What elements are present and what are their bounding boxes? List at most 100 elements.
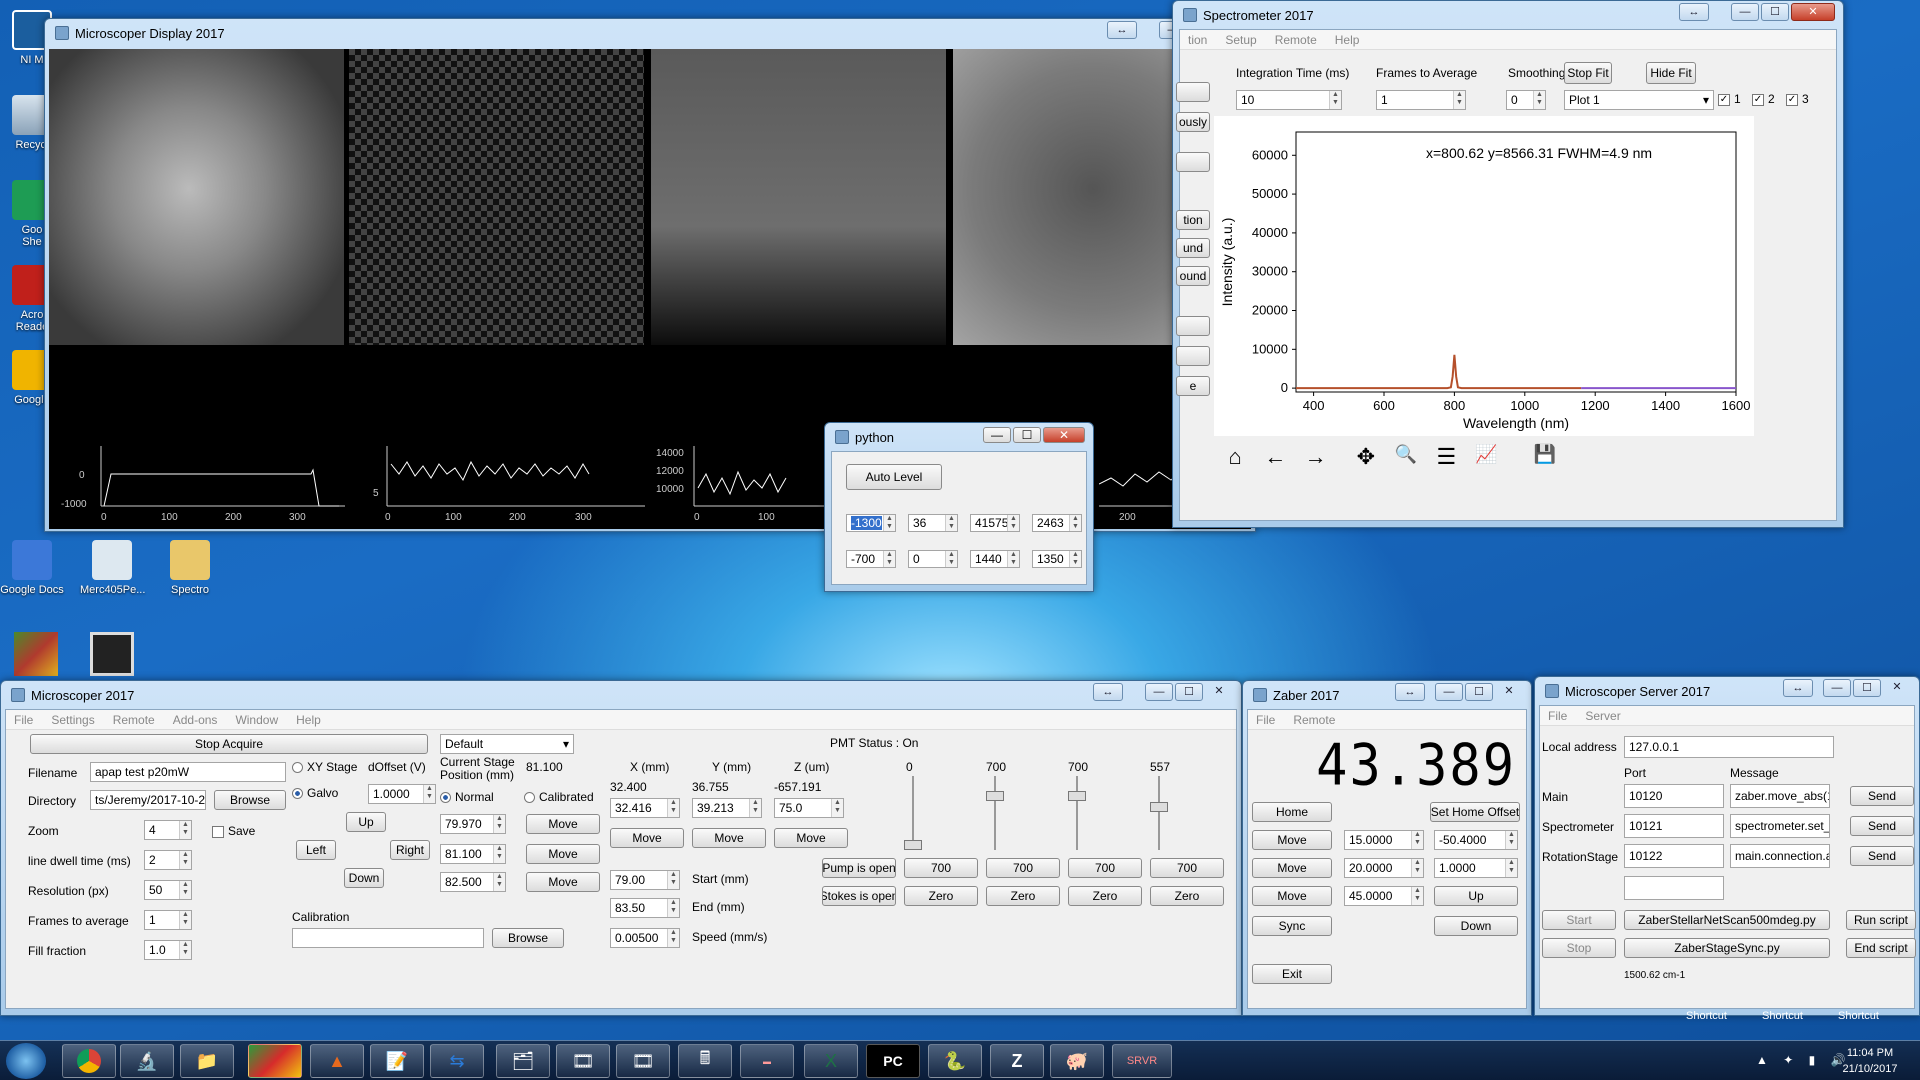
pmt-700-button-3[interactable]: 700 (1068, 858, 1142, 878)
desktop-icon-video[interactable] (90, 632, 134, 676)
video-icon-1[interactable]: 🎞 (556, 1044, 610, 1078)
maximize-button[interactable]: ☐ (1465, 683, 1493, 701)
menu-help[interactable]: Help (1335, 33, 1360, 47)
minimize-button[interactable]: — (1435, 683, 1463, 701)
frames-input[interactable]: 1 ▲ ▼ (1376, 90, 1466, 110)
zaber-value-3[interactable]: 45.0000 ▲ ▼ (1344, 886, 1424, 906)
directory-input[interactable]: ts/Jeremy/2017-10-20 (90, 790, 206, 810)
up-button[interactable]: Up (346, 812, 386, 832)
swap-icon[interactable]: ↔ (1783, 679, 1813, 697)
script-2-button[interactable]: ZaberStageSync.py (1624, 938, 1830, 958)
desktop-icon-docs[interactable]: Google Docs (0, 540, 64, 596)
chrome-icon[interactable] (62, 1044, 116, 1078)
pmt-zero-button-3[interactable]: Zero (1068, 886, 1142, 906)
home-button[interactable]: Home (1252, 802, 1332, 822)
zaber-up-button[interactable]: Up (1434, 886, 1518, 906)
calibration-input[interactable] (292, 928, 484, 948)
level-input-1-1[interactable]: -1300 ▲ ▼ (846, 514, 896, 532)
menu-file[interactable]: File (1548, 709, 1567, 723)
normal-radio[interactable]: Normal (440, 790, 494, 804)
y-move-button[interactable]: Move (692, 828, 766, 848)
y-axis-input[interactable]: 39.213 ▲ ▼ (692, 798, 762, 818)
save-checkbox[interactable]: Save (212, 824, 255, 838)
start-button[interactable] (6, 1043, 46, 1079)
desktop-icon-merc[interactable]: Merc405Pe... (80, 540, 145, 596)
zaber-value-2[interactable]: 20.0000 ▲ ▼ (1344, 858, 1424, 878)
spectrometer-port-input[interactable]: 10121 (1624, 814, 1724, 838)
pan-icon[interactable]: ✥ (1351, 444, 1381, 484)
calibrated-radio[interactable]: Calibrated (524, 790, 594, 804)
explorer-icon[interactable]: 📁 (180, 1044, 234, 1078)
spectrometer-send-button[interactable]: Send (1850, 816, 1914, 836)
swap-icon[interactable]: ↔ (1395, 683, 1425, 701)
stop-button[interactable]: Stop (1542, 938, 1616, 958)
main-message-input[interactable]: zaber.move_abs(1 (1730, 784, 1830, 808)
pmt-zero-button-2[interactable]: Zero (986, 886, 1060, 906)
level-input-1-3[interactable]: 41575 ▲ ▼ (970, 514, 1020, 532)
resolution-input[interactable]: 50 ▲ ▼ (144, 880, 192, 900)
check-plot-3[interactable]: ✓ 3 (1786, 92, 1809, 106)
stage-pos-input-1[interactable]: 79.970 ▲ ▼ (440, 814, 506, 834)
doffset-input[interactable]: 1.0000 ▲ ▼ (368, 784, 436, 804)
server-window[interactable]: Microscoper Server 2017 ↔ — ☐ ✕ File Server … (1534, 676, 1920, 1016)
check-plot-1[interactable]: ✓ 1 (1718, 92, 1741, 106)
menu-action[interactable]: tion (1188, 33, 1207, 47)
preset-select[interactable]: Default ▾ (440, 734, 574, 754)
teamviewer-icon[interactable]: ⇆ (430, 1044, 484, 1078)
rotation-port-input[interactable]: 10122 (1624, 844, 1724, 868)
microscope-app-icon[interactable]: 🔬 (120, 1044, 174, 1078)
run-script-button[interactable]: Run script (1846, 910, 1916, 930)
calculator-icon[interactable]: 🖩 (678, 1044, 732, 1078)
side-button-background[interactable]: und (1176, 238, 1210, 258)
image-panel-1[interactable] (49, 49, 344, 345)
start-input[interactable]: 79.00 ▲ ▼ (610, 870, 680, 890)
z-move-button[interactable]: Move (774, 828, 848, 848)
swap-icon[interactable]: ↔ (1679, 3, 1709, 21)
zaber-move-button-2[interactable]: Move (1252, 858, 1332, 878)
level-input-1-2[interactable]: 36 ▲ ▼ (908, 514, 958, 532)
stop-acquire-button[interactable]: Stop Acquire (30, 734, 428, 754)
script-1-button[interactable]: ZaberStellarNetScan500mdeg.py (1624, 910, 1830, 930)
side-button-position[interactable]: tion (1176, 210, 1210, 230)
minimize-button[interactable]: — (1731, 3, 1759, 21)
spectrometer-app-icon[interactable]: ▬ (740, 1044, 794, 1078)
move-button-1[interactable]: Move (526, 814, 600, 834)
side-button-8[interactable] (1176, 346, 1210, 366)
galvo-radio[interactable]: Galvo (292, 786, 338, 800)
pmt-zero-button-1[interactable]: Zero (904, 886, 978, 906)
pmt-700-button-1[interactable]: 700 (904, 858, 978, 878)
frames-input[interactable]: 1 ▲ ▼ (144, 910, 192, 930)
close-button[interactable]: ✕ (1043, 427, 1085, 443)
configure-icon[interactable]: ☰ (1431, 444, 1461, 484)
pig-icon[interactable]: 🐖 (1050, 1044, 1104, 1078)
side-button-foreground[interactable]: ound (1176, 266, 1210, 286)
end-input[interactable]: 83.50 ▲ ▼ (610, 898, 680, 918)
start-button[interactable]: Start (1542, 910, 1616, 930)
x-move-button[interactable]: Move (610, 828, 684, 848)
pmt-slider-3[interactable] (1068, 776, 1086, 850)
forward-icon[interactable]: → (1301, 444, 1331, 484)
pmt-slider-4[interactable] (1150, 776, 1168, 850)
level-input-1-4[interactable]: 2463 ▲ ▼ (1032, 514, 1082, 532)
app-icon-8[interactable]: 🗂 (496, 1044, 550, 1078)
spectrometer-window[interactable]: Spectrometer 2017 ↔ — ☐ ✕ tion Setup Remote… (1172, 0, 1844, 528)
hide-fit-button[interactable]: Hide Fit (1646, 62, 1696, 84)
maximize-button[interactable]: ☐ (1761, 3, 1789, 21)
zaber-value-1[interactable]: 15.0000 ▲ ▼ (1344, 830, 1424, 850)
stop-fit-button[interactable]: Stop Fit (1564, 62, 1612, 84)
smoothing-input[interactable]: 0 ▲ ▼ (1506, 90, 1546, 110)
menu-server[interactable]: Server (1585, 709, 1620, 723)
close-button[interactable]: ✕ (1495, 683, 1523, 701)
main-port-input[interactable]: 10120 (1624, 784, 1724, 808)
zaber-window[interactable]: Zaber 2017 ↔ — ☐ ✕ File Remote 43.389 Home S… (1242, 680, 1532, 1016)
minimize-button[interactable]: — (1823, 679, 1851, 697)
filename-input[interactable]: apap test p20mW (90, 762, 286, 782)
pmt-slider-1[interactable] (904, 776, 922, 850)
image-panel-3[interactable] (651, 49, 946, 345)
close-button[interactable]: ✕ (1883, 679, 1911, 697)
microscoper-titlebar[interactable]: Microscoper 2017 (1, 681, 1241, 709)
menu-settings[interactable]: Settings (51, 713, 94, 727)
zoom-input[interactable]: 4 ▲ ▼ (144, 820, 192, 840)
stage-pos-input-3[interactable]: 82.500 ▲ ▼ (440, 872, 506, 892)
right-button[interactable]: Right (390, 840, 430, 860)
